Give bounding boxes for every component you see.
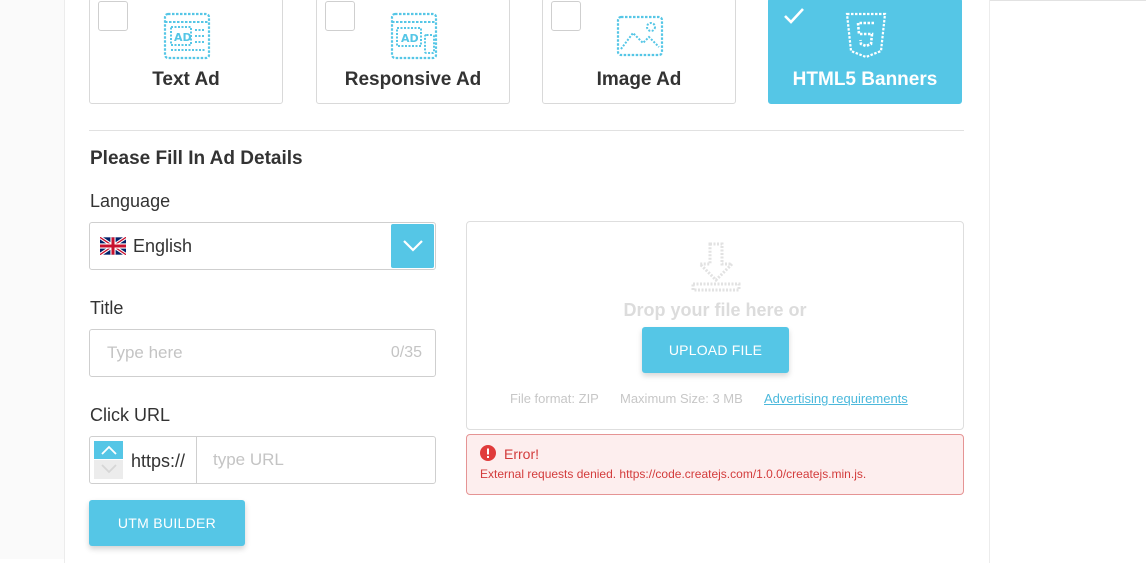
protocol-up-button[interactable] — [94, 441, 123, 459]
protocol-label: https:// — [131, 451, 186, 471]
ad-type-label: HTML5 Banners — [792, 69, 938, 90]
error-alert: Error! External requests denied. https:/… — [466, 434, 964, 495]
language-value: English — [133, 236, 193, 256]
ad-type-text-ad[interactable]: AD Text Ad — [89, 0, 283, 104]
download-icon — [691, 242, 741, 292]
svg-text:AD: AD — [401, 32, 419, 45]
title-input[interactable] — [90, 330, 370, 376]
checkbox[interactable] — [98, 1, 128, 31]
chevron-down-icon — [403, 240, 423, 252]
divider — [89, 130, 964, 131]
upload-file-button[interactable]: UPLOAD FILE — [642, 327, 789, 373]
dropdown-toggle[interactable] — [391, 224, 434, 268]
image-ad-icon — [616, 15, 664, 57]
max-size-text: Maximum Size: 3 MB — [620, 391, 743, 406]
responsive-ad-icon: AD — [390, 12, 438, 60]
html5-icon — [845, 12, 887, 59]
file-drop-zone[interactable]: Drop your file here or UPLOAD FILE File … — [466, 221, 964, 430]
ad-type-html5-banners[interactable]: HTML5 Banners — [768, 0, 962, 104]
file-format-text: File format: ZIP — [510, 391, 599, 406]
checkbox[interactable] — [551, 1, 581, 31]
ad-type-image-ad[interactable]: Image Ad — [542, 0, 736, 104]
drop-text: Drop your file here or — [623, 300, 807, 320]
ad-type-label: Responsive Ad — [344, 69, 482, 90]
text-ad-icon: AD — [163, 12, 211, 60]
title-field: 0/35 — [89, 329, 436, 377]
uk-flag-icon — [100, 237, 126, 255]
error-icon — [480, 445, 496, 461]
error-title: Error! — [504, 446, 539, 462]
checkmark-icon — [784, 8, 804, 24]
ad-type-label: Text Ad — [152, 69, 220, 90]
checkbox[interactable] — [325, 1, 355, 31]
utm-builder-button[interactable]: UTM BUILDER — [89, 500, 245, 546]
svg-text:AD: AD — [174, 31, 192, 44]
url-input[interactable] — [197, 437, 434, 483]
ad-type-responsive-ad[interactable]: AD Responsive Ad — [316, 0, 510, 104]
ad-type-label: Image Ad — [596, 69, 682, 90]
chevron-down-icon — [101, 464, 117, 474]
chevron-up-icon — [101, 445, 117, 455]
click-url-label: Click URL — [90, 405, 171, 425]
title-label: Title — [90, 298, 124, 318]
language-label: Language — [90, 191, 171, 211]
protocol-down-button[interactable] — [94, 460, 123, 479]
section-title: Please Fill In Ad Details — [90, 148, 303, 169]
page-gutter — [0, 0, 64, 559]
error-message: External requests denied. https://code.c… — [480, 467, 867, 481]
advertising-requirements-link[interactable]: Advertising requirements — [764, 391, 908, 406]
char-counter: 0/35 — [390, 344, 422, 361]
language-select[interactable]: English — [89, 222, 436, 270]
click-url-field: https:// — [89, 436, 436, 484]
